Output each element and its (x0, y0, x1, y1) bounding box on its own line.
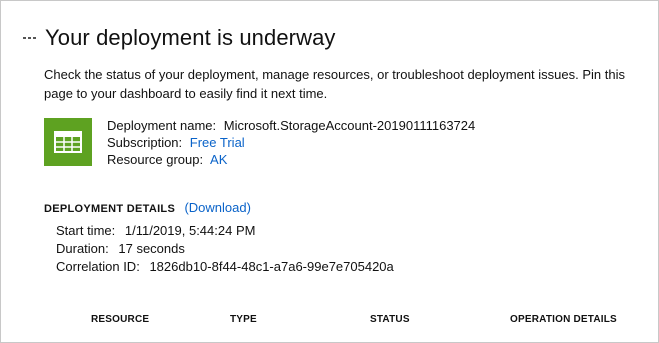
deployment-name-value: Microsoft.StorageAccount-20190111163724 (223, 118, 476, 133)
deployment-details-heading-row: DEPLOYMENT DETAILS (Download) (44, 200, 251, 215)
column-header-type[interactable]: TYPE (230, 314, 257, 325)
operations-table-header: RESOURCE TYPE STATUS OPERATION DETAILS (1, 314, 659, 330)
deployment-details-heading: DEPLOYMENT DETAILS (44, 203, 176, 215)
duration-value: 17 seconds (118, 241, 185, 256)
correlation-id-label: Correlation ID: (56, 259, 140, 274)
deployment-name-label: Deployment name: (107, 118, 217, 133)
resource-group-link[interactable]: AK (210, 152, 227, 167)
start-time-label: Start time: (56, 223, 116, 238)
resource-group-row: Resource group: AK (107, 151, 475, 168)
deployment-summary: Deployment name: Microsoft.StorageAccoun… (107, 117, 475, 168)
deployment-blade: Your deployment is underway Check the st… (0, 0, 659, 343)
deployment-details: Start time: 1/11/2019, 5:44:24 PM Durati… (56, 222, 394, 276)
column-header-status[interactable]: STATUS (370, 314, 410, 325)
duration-label: Duration: (56, 241, 109, 256)
correlation-id-row: Correlation ID: 1826db10-8f44-48c1-a7a6-… (56, 258, 394, 276)
column-header-resource[interactable]: RESOURCE (91, 314, 149, 325)
page-title: Your deployment is underway (45, 25, 336, 50)
start-time-value: 1/11/2019, 5:44:24 PM (124, 223, 256, 238)
subscription-row: Subscription: Free Trial (107, 134, 475, 151)
in-progress-icon (23, 33, 39, 43)
correlation-id-value: 1826db10-8f44-48c1-a7a6-99e7e705420a (149, 259, 394, 274)
page-description: Check the status of your deployment, man… (44, 67, 625, 101)
resource-group-label: Resource group: (107, 152, 204, 167)
title-row: Your deployment is underway (23, 21, 336, 55)
duration-row: Duration: 17 seconds (56, 240, 394, 258)
start-time-row: Start time: 1/11/2019, 5:44:24 PM (56, 222, 394, 240)
deployment-name-row: Deployment name: Microsoft.StorageAccoun… (107, 117, 475, 134)
download-link[interactable]: (Download) (184, 200, 250, 215)
table-grid-icon (54, 131, 82, 153)
subscription-label: Subscription: (107, 135, 183, 150)
column-header-operation-details[interactable]: OPERATION DETAILS (510, 314, 617, 325)
storage-table-icon (44, 118, 92, 166)
subscription-link[interactable]: Free Trial (190, 135, 245, 150)
